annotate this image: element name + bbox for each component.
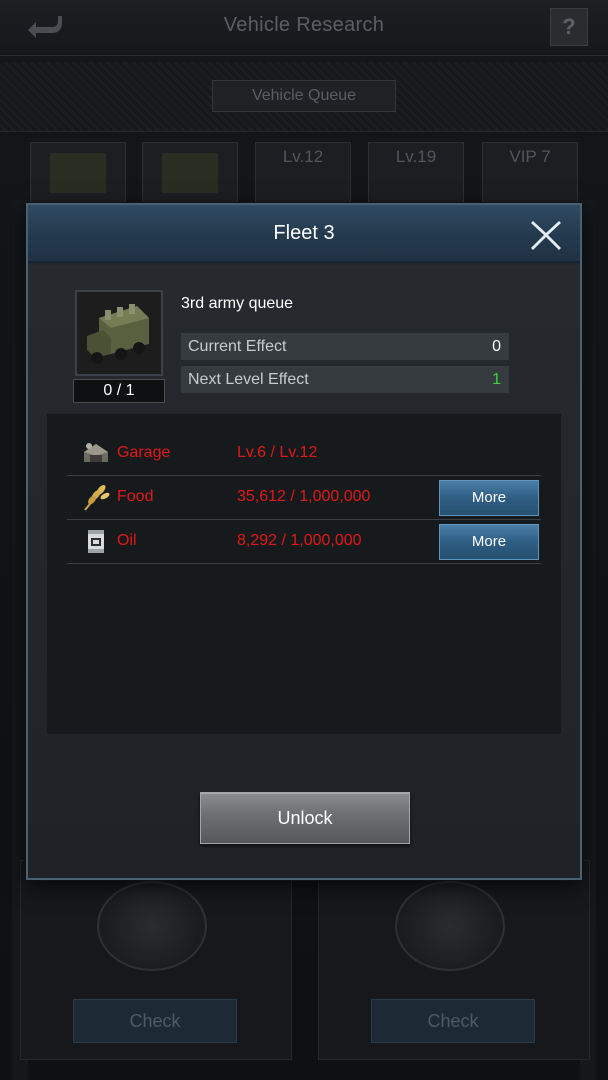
requirement-row-garage: Garage Lv.6 / Lv.12 <box>67 432 541 476</box>
queue-slot-3[interactable]: Lv.12 <box>255 142 351 204</box>
check-button-left[interactable]: Check <box>73 999 237 1043</box>
dialog-body: 0 / 1 3rd army queue Current Effect 0 Ne… <box>28 265 580 878</box>
current-effect-label: Current Effect <box>188 338 287 355</box>
more-oil-button[interactable]: More <box>439 524 539 560</box>
more-food-button[interactable]: More <box>439 480 539 516</box>
requirement-name: Garage <box>117 444 171 461</box>
wheat-icon <box>81 482 111 512</box>
vehicle-emblem-icon <box>395 881 505 971</box>
next-effect-value: 1 <box>492 371 501 388</box>
queue-slot-5[interactable]: VIP 7 <box>482 142 578 204</box>
queue-slot-4[interactable]: Lv.19 <box>368 142 464 204</box>
vehicle-emblem-icon <box>97 881 207 971</box>
next-effect-row: Next Level Effect 1 <box>181 366 509 393</box>
garage-icon <box>81 438 111 468</box>
truck-icon <box>162 153 218 193</box>
requirement-row-food: Food 35,612 / 1,000,000 More <box>67 476 541 520</box>
page-title: Vehicle Research <box>223 14 385 36</box>
unlock-button[interactable]: Unlock <box>200 792 410 844</box>
help-button[interactable]: ? <box>550 8 588 46</box>
top-bar: Vehicle Research ? <box>0 0 608 56</box>
army-truck-icon <box>77 292 161 374</box>
vehicle-queue-label: Vehicle Queue <box>212 80 396 112</box>
queue-slot-2[interactable] <box>142 142 238 204</box>
queue-name: 3rd army queue <box>181 295 294 312</box>
truck-icon <box>50 153 106 193</box>
requirement-value: 35,612 / 1,000,000 <box>237 488 371 505</box>
queue-slot-1[interactable] <box>30 142 126 204</box>
dialog-title: Fleet 3 <box>273 222 335 244</box>
research-card-left: Check <box>20 860 292 1060</box>
close-button[interactable] <box>528 217 564 253</box>
oil-can-icon <box>81 526 111 556</box>
requirement-value: Lv.6 / Lv.12 <box>237 444 318 461</box>
requirement-row-oil: Oil 8,292 / 1,000,000 More <box>67 520 541 564</box>
next-effect-label: Next Level Effect <box>188 371 309 388</box>
requirement-value: 8,292 / 1,000,000 <box>237 532 362 549</box>
fleet-dialog: Fleet 3 0 / 1 3rd army queue Current Eff… <box>26 203 582 880</box>
current-effect-value: 0 <box>492 338 501 355</box>
check-button-right[interactable]: Check <box>371 999 535 1043</box>
requirements-panel: Garage Lv.6 / Lv.12 Food 35,612 / 1,000,… <box>47 414 561 734</box>
truck-item-frame <box>75 290 163 376</box>
current-effect-row: Current Effect 0 <box>181 333 509 360</box>
item-count: 0 / 1 <box>73 379 165 403</box>
requirement-name: Food <box>117 488 154 505</box>
research-card-right: Check <box>318 860 590 1060</box>
dialog-header: Fleet 3 <box>28 205 580 263</box>
requirement-name: Oil <box>117 532 137 549</box>
close-icon <box>531 221 561 250</box>
